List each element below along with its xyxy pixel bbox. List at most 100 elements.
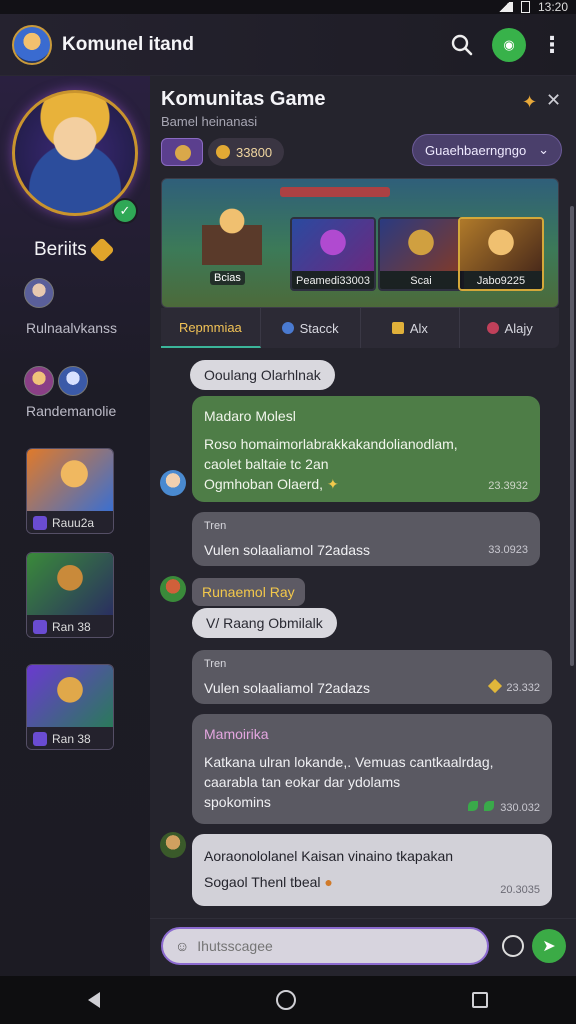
message-meta: Tren (204, 520, 227, 532)
message-composer: ☺ ➤ (150, 918, 576, 976)
send-button[interactable]: ➤ (532, 929, 566, 963)
battery-icon (520, 1, 530, 13)
avatar (58, 366, 88, 396)
profile-name: Beriits (34, 239, 87, 260)
event-banner[interactable]: Bcias Peamedi33003 Scai Jabo9225 (161, 178, 559, 308)
banner-card-label: Peamedi33003 (292, 271, 374, 289)
tab-alajy[interactable]: Alajy (460, 308, 559, 348)
chat-icon: ◉ (503, 36, 515, 52)
coin-amount: 33800 (236, 144, 273, 160)
avatar[interactable] (160, 576, 186, 602)
message-bubble[interactable]: Madaro Molesl Roso homaimorlabrakkakando… (192, 396, 540, 502)
health-bar (280, 187, 390, 197)
hero-card-1[interactable]: Rauu2a (26, 448, 114, 534)
signal-icon (494, 2, 513, 12)
tab-label: Alajy (504, 320, 533, 336)
message-text: Ogmhoban Olaerd, (204, 476, 324, 492)
avatar[interactable] (160, 470, 186, 496)
group-2-avatars[interactable] (24, 366, 88, 396)
page-title: Komunitas Game (161, 88, 326, 110)
message-text: Roso homaimorlabrakkakandolianodlam, (204, 436, 458, 452)
banner-card-label: Jabo9225 (460, 271, 542, 289)
sticker-icon[interactable] (502, 935, 524, 957)
hero-card-2[interactable]: Ran 38 (26, 552, 114, 638)
leaf-icon (484, 801, 495, 811)
hero-art (27, 665, 113, 727)
hero-label: Ran 38 (52, 620, 91, 634)
message-text: Katkana ulran lokande,. Vemuas cantkaalr… (204, 754, 494, 770)
message-text: caolet baltaie tc 2an (204, 456, 329, 472)
gem-icon (33, 620, 47, 634)
hero-card-3[interactable]: Ran 38 (26, 664, 114, 750)
app-bar: Komunel itand ◉ ⋮ (0, 14, 576, 76)
tab-repmmiaa[interactable]: Repmmiaa (161, 308, 261, 348)
group-1-label[interactable]: Rulnaalvkanss (26, 320, 117, 336)
back-icon[interactable] (88, 992, 100, 1008)
message-pill[interactable]: V/ Raang Obmilalk (192, 608, 337, 638)
globe-icon (281, 322, 294, 334)
send-icon: ➤ (542, 938, 556, 955)
emoji-picker-icon[interactable]: ☺ (175, 938, 189, 954)
verified-icon: ✓ (112, 198, 138, 224)
community-panel: Komunitas Game Bamel heinanasi ✦ ✕ 33800… (150, 76, 576, 976)
system-pill: Ooulang Olarhlnak (190, 360, 335, 390)
avatar[interactable] (12, 24, 52, 65)
message-author: Mamoirika (204, 726, 269, 742)
chat-feed[interactable]: Ooulang Olarhlnak Madaro Molesl Roso hom… (150, 358, 576, 918)
message-text: caarabla tan eokar dar ydolams (204, 774, 401, 790)
channel-tabs: Repmmiaa Stacck Alx Alajy (161, 308, 559, 348)
message-bubble[interactable]: Tren Vulen solaaliamol 72adass 33.0923 (192, 512, 540, 566)
hero-label: Ran 38 (52, 732, 91, 746)
close-icon[interactable]: ✕ (546, 90, 561, 111)
message-time: 20.3035 (500, 884, 540, 896)
message-input[interactable] (197, 938, 458, 954)
chat-toggle-button[interactable]: ◉ (492, 27, 526, 62)
emoji-icon: ● (324, 874, 333, 890)
tab-alx[interactable]: Alx (361, 308, 461, 348)
avatar (24, 366, 54, 396)
banner-card[interactable]: Peamedi33003 (290, 217, 376, 291)
channel-select-value: Guaehbaerngngo (425, 142, 527, 158)
coin-balance: 33800 (208, 138, 285, 166)
banner-card-art (292, 219, 374, 271)
message-text: Vulen solaaliamol 72adass (204, 542, 371, 558)
chat-scrollbar[interactable] (570, 206, 574, 666)
channel-select[interactable]: Guaehbaerngngo ⌄ (412, 134, 562, 166)
avatar (24, 278, 54, 308)
search-button[interactable] (444, 27, 480, 63)
profile-avatar[interactable] (12, 90, 138, 216)
status-bar: 13:20 (0, 0, 576, 14)
hero-art (27, 553, 113, 615)
trophy-icon (391, 322, 404, 334)
profile-name-row: Beriits (34, 237, 115, 263)
message-bubble[interactable]: Mamoirika Katkana ulran lokande,. Vemuas… (192, 714, 552, 824)
star-icon[interactable]: ✦ (522, 92, 537, 113)
banner-card-label: Bcias (210, 271, 245, 285)
tab-stacck[interactable]: Stacck (261, 308, 361, 348)
message-time: 23.332 (506, 682, 540, 694)
home-icon[interactable] (276, 990, 296, 1010)
more-options-icon[interactable]: ⋮ (540, 32, 564, 58)
message-bubble[interactable]: Tren Vulen solaaliamol 72adazs 23.332 (192, 650, 552, 704)
message-bubble[interactable]: Aoraonololanel Kaisan vinaino tkapakan S… (192, 834, 552, 906)
chevron-down-icon: ⌄ (538, 142, 549, 157)
leaf-icon (468, 801, 479, 811)
tab-label: Repmmiaa (178, 319, 242, 335)
message-text: Aoraonololanel Kaisan vinaino tkapakan (204, 848, 454, 864)
avatar[interactable] (160, 832, 186, 858)
banner-card-art (380, 219, 462, 271)
tab-label: Alx (409, 320, 428, 336)
group-2-label[interactable]: Randemanolie (26, 403, 116, 419)
emoji-icon: ✦ (326, 476, 339, 492)
banner-card-label: Scai (380, 271, 462, 289)
message-time: 33.0923 (488, 544, 528, 556)
recent-apps-icon[interactable] (472, 992, 488, 1008)
guild-emblem-chip[interactable] (161, 138, 203, 166)
group-1-avatars[interactable] (24, 278, 54, 308)
page-subtitle: Bamel heinanasi (161, 114, 258, 129)
banner-card[interactable]: Jabo9225 (458, 217, 544, 291)
message-input-wrapper[interactable]: ☺ (161, 927, 489, 965)
banner-card[interactable]: Scai (378, 217, 464, 291)
search-icon (451, 34, 473, 55)
gem-icon (488, 678, 503, 694)
